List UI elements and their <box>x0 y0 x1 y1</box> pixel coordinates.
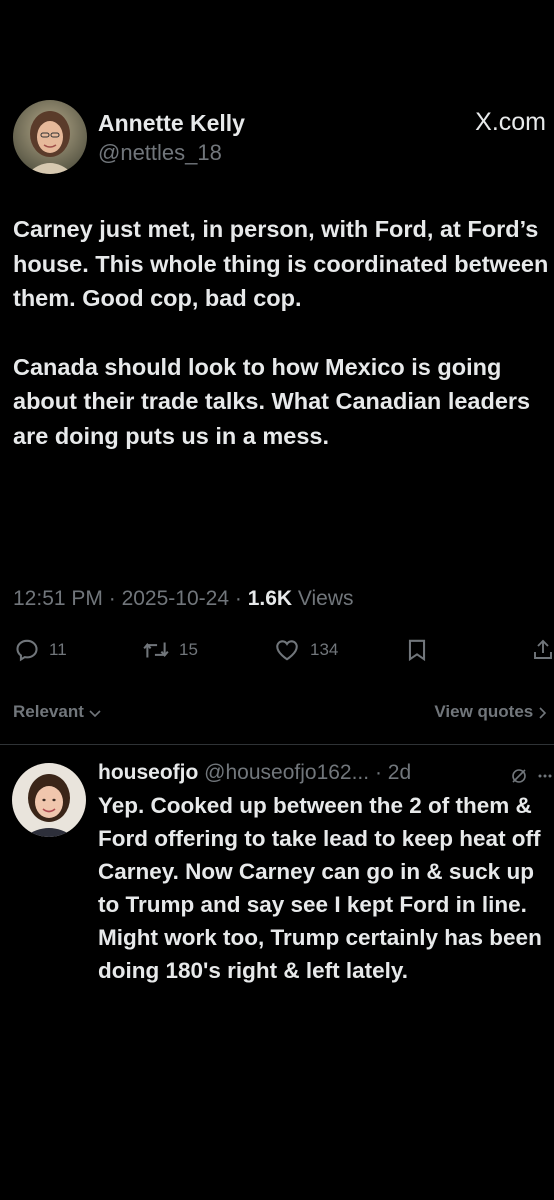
meta-separator: · <box>108 587 116 610</box>
chevron-right-icon <box>539 706 547 719</box>
tweet-text: Carney just met, in person, with Ford, a… <box>13 212 553 487</box>
reply-count: 11 <box>49 640 67 659</box>
repost-icon <box>143 642 169 658</box>
reply-icon <box>16 639 38 662</box>
tweet-meta: 12:51 PM · 2025-10-24 · 1.6K Views <box>13 587 354 611</box>
like-count: 134 <box>310 640 339 659</box>
heart-icon <box>276 640 298 661</box>
grok-icon[interactable] <box>510 767 528 785</box>
tweet-time[interactable]: 12:51 PM <box>13 587 103 610</box>
author-handle[interactable]: @nettles_18 <box>98 140 222 166</box>
views-label: Views <box>297 587 354 610</box>
views-count[interactable]: 1.6K <box>248 587 292 610</box>
reply-tweet[interactable]: houseofjo @houseofjo162... · 2d Yep. Coo… <box>0 745 554 1030</box>
chevron-down-icon <box>89 709 101 717</box>
bookmark-button[interactable] <box>404 637 430 663</box>
reply-avatar[interactable] <box>12 763 86 837</box>
reply-button[interactable]: 11 <box>14 637 67 663</box>
sort-relevant-dropdown[interactable]: Relevant <box>13 702 101 722</box>
main-tweet: Annette Kelly @nettles_18 X.com Carney j… <box>0 92 554 742</box>
repost-button[interactable]: 15 <box>142 637 198 663</box>
share-button[interactable] <box>532 637 554 663</box>
like-button[interactable]: 134 <box>273 637 338 663</box>
tweet-paragraph-2: Canada should look to how Mexico is goin… <box>13 353 531 449</box>
meta-separator: · <box>234 587 242 610</box>
repost-count: 15 <box>179 640 198 659</box>
action-bar: 11 15 134 <box>0 637 554 667</box>
reply-paragraph: Yep. Cooked up between the 2 of them & F… <box>98 793 542 983</box>
reply-display-name[interactable]: houseofjo <box>98 761 198 784</box>
tweet-paragraph-1: Carney just met, in person, with Ford, a… <box>13 216 549 311</box>
screenshot-page: Annette Kelly @nettles_18 X.com Carney j… <box>0 0 554 1200</box>
reply-handle[interactable]: @houseofjo162... <box>204 761 369 784</box>
reply-header: houseofjo @houseofjo162... · 2d <box>98 761 411 785</box>
profile-photo-icon <box>12 763 86 837</box>
author-display-name[interactable]: Annette Kelly <box>98 110 245 137</box>
share-icon <box>534 639 552 659</box>
reply-header-icons <box>510 767 552 785</box>
bookmark-icon <box>408 639 426 662</box>
reply-text: Yep. Cooked up between the 2 of them & F… <box>98 789 548 987</box>
replies-sort-row: Relevant View quotes <box>0 702 554 728</box>
reply-time[interactable]: · 2d <box>375 761 411 784</box>
view-quotes-link[interactable]: View quotes <box>434 702 548 722</box>
profile-photo-icon <box>13 100 87 174</box>
author-avatar[interactable] <box>13 100 87 174</box>
sort-relevant-label: Relevant <box>13 702 84 721</box>
view-quotes-label: View quotes <box>434 702 534 721</box>
brand-label: X.com <box>475 108 546 136</box>
tweet-date[interactable]: 2025-10-24 <box>122 587 229 610</box>
more-icon[interactable] <box>538 773 552 779</box>
